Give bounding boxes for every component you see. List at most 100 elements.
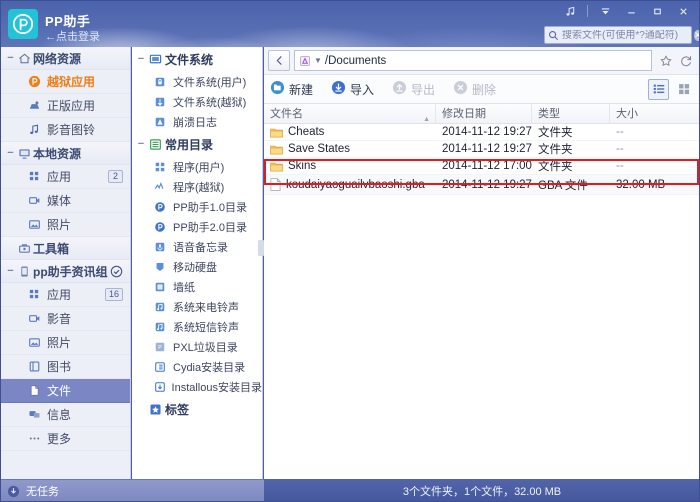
sidebar-item-label: 照片 xyxy=(47,218,72,232)
sidebar-item-device-video[interactable]: 影音 xyxy=(0,307,130,331)
collapse-icon[interactable]: − xyxy=(6,265,15,277)
sidebar-group-toolbox[interactable]: 工具箱 xyxy=(0,237,130,260)
column-header-type[interactable]: 类型 xyxy=(532,103,610,124)
tree-item-cydia-dir[interactable]: Cydia安装目录 xyxy=(132,357,262,377)
path-input[interactable]: ▼ /Documents xyxy=(294,50,652,71)
tree-item-label: 文件系统(越狱) xyxy=(173,97,247,109)
tree-item-label: PP助手1.0目录 xyxy=(173,202,247,214)
sidebar-item-device-more[interactable]: 更多 xyxy=(0,427,130,451)
collapse-icon[interactable]: − xyxy=(6,52,15,64)
column-header-name[interactable]: 文件名 ▲ xyxy=(264,103,436,124)
tree-item-label: 移动硬盘 xyxy=(173,262,217,274)
sidebar-item-device-books[interactable]: 图书 xyxy=(0,355,130,379)
sidebar-item-local-photos[interactable]: 照片 xyxy=(0,213,130,237)
sidebar-item-label: 信息 xyxy=(47,408,72,422)
view-toggles xyxy=(648,78,694,100)
table-row[interactable]: koudaiyaoguailvbaoshi.gba 2014-11-12 19:… xyxy=(264,175,700,195)
sidebar-item-local-apps[interactable]: 应用 2 xyxy=(0,165,130,189)
column-header-size[interactable]: 大小 xyxy=(610,104,690,124)
maximize-button[interactable] xyxy=(644,1,670,21)
pin-button[interactable] xyxy=(592,1,618,21)
file-date-cell: 2014-11-12 19:27 xyxy=(442,143,532,155)
file-date-cell: 2014-11-12 17:00 xyxy=(442,160,532,172)
sidebar-item-device-photos[interactable]: 照片 xyxy=(0,331,130,355)
task-status-label: 无任务 xyxy=(26,486,59,498)
tool-label: 导出 xyxy=(411,82,436,97)
collapse-icon[interactable]: − xyxy=(136,54,146,65)
table-row[interactable]: Save States 2014-11-12 19:27 文件夹 -- xyxy=(264,141,700,158)
list-view-button[interactable] xyxy=(648,78,669,100)
tree-item-pxl-junk[interactable]: P PXL垃圾目录 xyxy=(132,337,262,357)
task-status-bar[interactable]: 无任务 xyxy=(0,479,264,502)
music-button[interactable] xyxy=(557,1,583,21)
tree-group-common-dirs[interactable]: − 常用目录 xyxy=(132,132,262,157)
back-button[interactable] xyxy=(268,50,290,71)
tree-item-filesystem-jailbreak[interactable]: 文件系统(越狱) xyxy=(132,92,262,112)
collapse-icon[interactable]: − xyxy=(136,139,146,150)
sidebar-item-device-messages[interactable]: 信息 xyxy=(0,403,130,427)
file-name-text: Save States xyxy=(288,143,351,155)
tree-item-filesystem-user[interactable]: 文件系统(用户) xyxy=(132,72,262,92)
file-icon xyxy=(28,384,47,397)
photo-icon xyxy=(28,336,47,349)
table-row[interactable]: Cheats 2014-11-12 19:27 文件夹 -- xyxy=(264,124,700,141)
tree-group-filesystem[interactable]: − 文件系统 xyxy=(132,47,262,72)
sidebar-item-jailbreak-apps[interactable]: 越狱应用 xyxy=(0,70,130,94)
sidebar-group-device[interactable]: − pp助手资讯组 xyxy=(0,260,130,283)
close-button[interactable] xyxy=(670,1,696,21)
tree-item-sms-tones[interactable]: 系统短信铃声 xyxy=(132,317,262,337)
sidebar-group-local[interactable]: − 本地资源 xyxy=(0,142,130,165)
file-status-label: 3个文件夹，1个文件，32.00 MB xyxy=(402,485,562,498)
table-row[interactable]: Skins 2014-11-12 17:00 文件夹 -- xyxy=(264,158,700,175)
search-box[interactable]: ✕ xyxy=(544,26,700,44)
sidebar-item-official-apps[interactable]: 正版应用 xyxy=(0,94,130,118)
grid-view-button[interactable] xyxy=(673,79,694,100)
tree-item-programs-jailbreak[interactable]: 程序(越狱) xyxy=(132,177,262,197)
tree-item-crash-logs[interactable]: 崩溃日志 xyxy=(132,112,262,132)
apps-grid-icon xyxy=(28,288,47,301)
warning-icon xyxy=(154,116,173,128)
sidebar-item-media-ring[interactable]: 影音图铃 xyxy=(0,118,130,142)
file-size-cell: -- xyxy=(616,143,624,155)
column-header-date[interactable]: 修改日期 xyxy=(436,103,532,124)
tree-item-pp-1-0-dir[interactable]: PP助手1.0目录 xyxy=(132,197,262,217)
sidebar-item-badge: 2 xyxy=(108,170,123,183)
clear-icon[interactable]: ✕ xyxy=(694,29,700,41)
star-icon xyxy=(660,55,672,66)
media-icon xyxy=(28,194,47,207)
tree-item-voice-memos[interactable]: 语音备忘录 xyxy=(132,237,262,257)
sidebar-group-network[interactable]: − 网络资源 xyxy=(0,47,130,70)
svg-text:P: P xyxy=(158,345,162,351)
jailbreak-apps-icon xyxy=(154,181,173,193)
tree-item-call-ringtones[interactable]: 系统来电铃声 xyxy=(132,297,262,317)
refresh-button[interactable] xyxy=(676,50,696,71)
collapse-icon[interactable]: − xyxy=(6,147,15,159)
tree-item-label: 程序(越狱) xyxy=(173,182,225,194)
wallpaper-icon xyxy=(154,281,173,293)
new-button[interactable]: 新建 xyxy=(270,80,313,98)
check-circle-icon[interactable] xyxy=(110,265,123,281)
folder-icon xyxy=(270,127,283,138)
tree-item-pp-2-0-dir[interactable]: PP助手2.0目录 xyxy=(132,217,262,237)
folder-icon xyxy=(270,161,283,172)
import-button[interactable]: 导入 xyxy=(331,80,374,98)
export-icon xyxy=(392,80,407,98)
tree-item-external-drive[interactable]: 移动硬盘 xyxy=(132,257,262,277)
search-input[interactable] xyxy=(559,29,694,41)
file-browser-panel: ▼ /Documents 新建 导入 导出 删除 文件名 ▲ 修改日期 类型 大… xyxy=(264,47,700,479)
column-label: 文件名 xyxy=(270,107,303,120)
tree-item-wallpaper[interactable]: 墙纸 xyxy=(132,277,262,297)
file-date-cell: 2014-11-12 19:27 xyxy=(442,178,532,191)
sidebar-item-device-apps[interactable]: 应用 16 xyxy=(0,283,130,307)
chevron-down-icon[interactable]: ▼ xyxy=(314,56,322,65)
sidebar-item-local-media[interactable]: 媒体 xyxy=(0,189,130,213)
sidebar-item-device-files[interactable]: 文件 xyxy=(0,379,130,403)
login-link[interactable]: ←点击登录 xyxy=(45,28,100,44)
tree-group-tags[interactable]: 标签 xyxy=(132,397,262,422)
tree-item-installous-dir[interactable]: Installous安装目录 xyxy=(132,377,262,397)
tree-item-programs-user[interactable]: 程序(用户) xyxy=(132,157,262,177)
favorite-button[interactable] xyxy=(656,50,676,71)
minimize-button[interactable] xyxy=(618,1,644,21)
device-icon xyxy=(15,265,33,278)
sidebar-item-label: 媒体 xyxy=(47,194,72,208)
